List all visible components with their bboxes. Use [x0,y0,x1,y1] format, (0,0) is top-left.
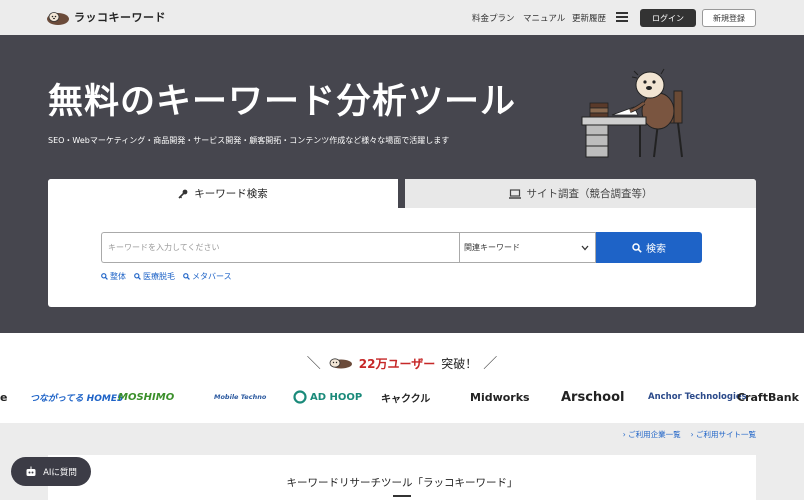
client-logo-row: e つながってる HOME5 MOSHIMO Mobile Techno AD … [0,383,804,411]
suggested-keyword-label: 医療脱毛 [143,272,175,281]
search-button-label: 検索 [646,244,666,255]
client-logo: Mobile Techno [214,393,267,401]
client-logo: Anchor Technologies [648,392,747,402]
client-logo: e [0,390,8,404]
search-card: キーワード検索 サイト調査（競合調査等） キーワードを入力してください 関連キー… [48,179,756,307]
suggested-keyword-link[interactable]: 医療脱毛 [134,271,175,282]
link-client-companies-label: ご利用企業一覧 [628,430,681,439]
ai-chat-button[interactable]: AIに質問 [11,457,91,486]
nav-manual[interactable]: マニュアル [523,12,565,24]
link-client-sites[interactable]: › ご利用サイト一覧 [691,429,756,440]
suggested-keyword-label: メタバース [192,272,232,281]
hero-title: 無料のキーワード分析ツール [48,82,517,122]
site-header: ラッコキーワード 料金プラン マニュアル 更新履歴 ログイン 新規登録 [0,0,804,35]
search-icon [183,273,190,280]
title-underline [393,495,411,497]
nav-changelog[interactable]: 更新履歴 [572,12,606,24]
client-logo: Midworks [470,390,530,404]
key-icon [178,189,188,199]
tab-divider [398,179,405,208]
search-icon [134,273,141,280]
decorative-slash: ＼ [306,356,321,372]
tab-keyword-search[interactable]: キーワード検索 [48,179,398,208]
monitor-icon [508,188,521,199]
nav-pricing[interactable]: 料金プラン [472,12,515,24]
adhoop-mark-icon [293,390,307,404]
otter-icon [329,358,352,369]
client-logo-text: AD HOOP [310,391,363,403]
link-client-companies[interactable]: › ご利用企業一覧 [623,429,681,440]
client-logo: つながってる HOME5 [30,393,124,404]
chevron-down-icon [581,245,589,250]
user-count: 22万ユーザー [358,356,436,371]
intro-section: キーワードリサーチツール「ラッコキーワード」 [48,455,756,500]
client-logo: CraftBank [737,390,799,404]
register-button[interactable]: 新規登録 [702,9,756,27]
login-button[interactable]: ログイン [640,9,696,27]
client-logo: キャククル [381,393,431,405]
client-logo: Arschool [561,389,625,405]
section-title: キーワードリサーチツール「ラッコキーワード」 [286,477,518,489]
menu-icon[interactable] [616,12,628,22]
client-logo: AD HOOP [293,383,362,411]
decorative-slash: ／ [483,356,498,372]
tab-site-research-label: サイト調査（競合調査等） [526,188,653,200]
search-button[interactable]: 検索 [596,232,702,263]
otter-mascot-illustration [581,68,683,158]
search-icon [632,242,642,253]
user-count-banner: ＼ 22万ユーザー 突破！ ／ [0,353,804,373]
user-count-suffix: 突破！ [441,356,478,371]
suggested-keyword-link[interactable]: 整体 [101,271,126,282]
logo[interactable]: ラッコキーワード [46,8,166,26]
suggested-keywords: 整体 医療脱毛 メタバース [101,271,232,282]
suggested-keyword-link[interactable]: メタバース [183,271,232,282]
suggested-keyword-label: 整体 [110,272,126,281]
usage-links: › ご利用企業一覧 › ご利用サイト一覧 [623,429,756,440]
hero-subtitle: SEO・Webマーケティング・商品開発・サービス開発・顧客開拓・コンテンツ作成な… [48,136,450,145]
tab-keyword-search-label: キーワード検索 [194,188,268,200]
search-input[interactable]: キーワードを入力してください [101,232,459,263]
search-form: キーワードを入力してください 関連キーワード 検索 [101,232,702,263]
link-client-sites-label: ご利用サイト一覧 [696,430,756,439]
client-logo: MOSHIMO [118,391,175,403]
ai-chat-button-label: AIに質問 [43,467,77,478]
otter-logo-icon [47,12,69,25]
search-icon [101,273,108,280]
hero-section: 無料のキーワード分析ツール SEO・Webマーケティング・商品開発・サービス開発… [0,35,804,333]
logo-text: ラッコキーワード [74,11,166,24]
search-type-value: 関連キーワード [464,243,520,252]
search-type-select[interactable]: 関連キーワード [459,232,596,263]
client-logos-section: ＼ 22万ユーザー 突破！ ／ e つながってる HOME5 MOSHIMO M… [0,333,804,423]
robot-icon [26,466,36,476]
tab-site-research[interactable]: サイト調査（競合調査等） [405,179,756,208]
